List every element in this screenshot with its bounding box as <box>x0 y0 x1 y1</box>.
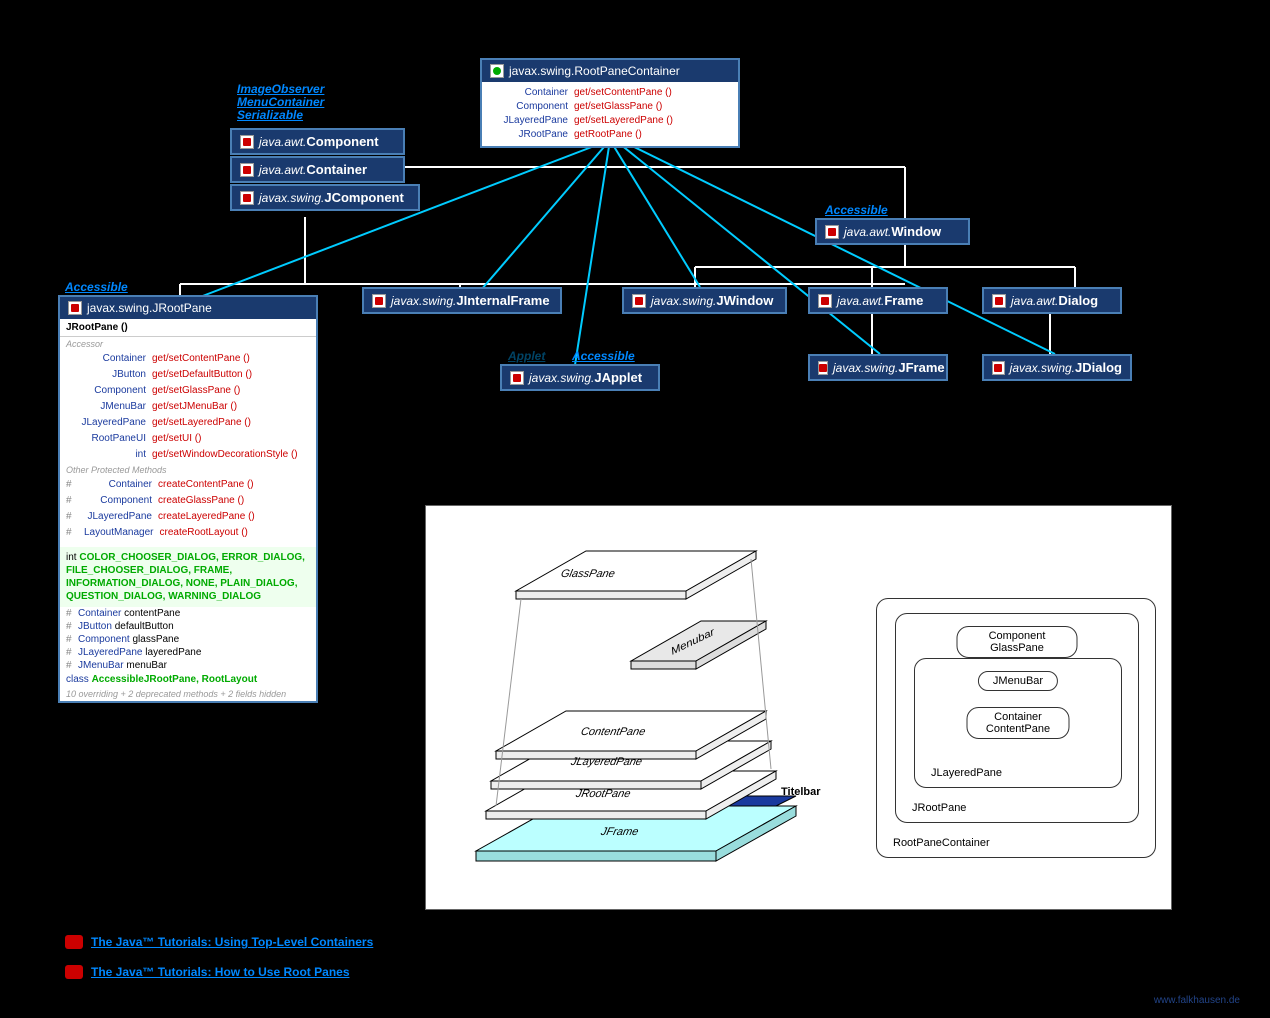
label-jrootpane: JRootPane <box>575 788 632 800</box>
constants: int COLOR_CHOOSER_DIALOG, ERROR_DIALOG, … <box>60 547 316 607</box>
stereotype-accessible-window: Accessible <box>825 203 888 217</box>
class-icon <box>240 163 254 177</box>
footer-credit[interactable]: www.falkhausen.de <box>1154 995 1240 1006</box>
bullet-icon <box>65 935 83 949</box>
constructor: JRootPane () <box>60 319 316 337</box>
interface-body: Containerget/setContentPane () Component… <box>482 82 738 146</box>
interface-rootpanecontainer: javax.swing.RootPaneContainer Containerg… <box>480 58 740 148</box>
class-jdialog: javax.swing.JDialog <box>982 354 1132 381</box>
class-icon <box>510 371 524 385</box>
class-icon <box>68 301 82 315</box>
nested-jmenubar: JMenuBar <box>978 671 1058 691</box>
3d-illustration <box>436 511 876 901</box>
class-icon <box>825 225 839 239</box>
class-jrootpane-detail: javax.swing.JRootPane JRootPane () Acces… <box>58 295 318 703</box>
stereotype-component-interfaces: ImageObserver MenuContainer Serializable <box>237 83 324 123</box>
pkg-label: javax.swing. <box>509 64 574 78</box>
label-jframe: JFrame <box>600 826 640 838</box>
class-container: java.awt.Container <box>230 156 405 183</box>
class-jframe: javax.swing.JFrame <box>808 354 948 381</box>
section-other: Other Protected Methods <box>60 463 316 477</box>
stereotype-accessible-japplet: Accessible <box>572 349 635 363</box>
nested-jlayeredpane: JLayeredPane JMenuBar Container ContentP… <box>914 658 1122 788</box>
class-window: java.awt.Window <box>815 218 970 245</box>
class-name: RootPaneContainer <box>574 64 679 78</box>
class-japplet: javax.swing.JApplet <box>500 364 660 391</box>
illustration-panel: GlassPane Menubar ContentPane JLayeredPa… <box>425 505 1172 910</box>
class-component: java.awt.Component <box>230 128 405 155</box>
label-contentpane: ContentPane <box>580 726 647 738</box>
class-jcomponent: javax.swing.JComponent <box>230 184 420 211</box>
interface-header: javax.swing.RootPaneContainer <box>482 60 738 82</box>
class-jwindow: javax.swing.JWindow <box>622 287 787 314</box>
class-icon <box>818 294 832 308</box>
nested-rootpanecontainer: RootPaneContainer JRootPane Component Gl… <box>876 598 1156 858</box>
section-accessor: Accessor <box>60 337 316 351</box>
class-icon <box>992 294 1006 308</box>
nested-glasspane: Component GlassPane <box>957 626 1078 658</box>
class-icon <box>240 191 254 205</box>
stereotype-applet: Applet <box>508 349 545 363</box>
class-icon <box>632 294 646 308</box>
label-jlayeredpane: JLayeredPane <box>570 756 644 768</box>
class-jinternalframe: javax.swing.JInternalFrame <box>362 287 562 314</box>
interface-icon <box>490 64 504 78</box>
class-dialog: java.awt.Dialog <box>982 287 1122 314</box>
class-icon <box>992 361 1005 375</box>
class-frame: java.awt.Frame <box>808 287 948 314</box>
stereotype-accessible-jrootpane: Accessible <box>65 280 128 294</box>
tutorial-link-1[interactable]: The Java™ Tutorials: Using Top-Level Con… <box>65 935 373 949</box>
label-glasspane: GlassPane <box>560 568 616 580</box>
nested-jrootpane: JRootPane Component GlassPane JLayeredPa… <box>895 613 1139 823</box>
bullet-icon <box>65 965 83 979</box>
class-icon <box>372 294 386 308</box>
nested-contentpane: Container ContentPane <box>967 707 1070 739</box>
tutorial-link-2[interactable]: The Java™ Tutorials: How to Use Root Pan… <box>65 965 350 979</box>
summary: 10 overriding + 2 deprecated methods + 2… <box>60 687 316 701</box>
label-titelbar: Titelbar <box>781 786 821 798</box>
class-icon <box>818 361 828 375</box>
class-icon <box>240 135 254 149</box>
